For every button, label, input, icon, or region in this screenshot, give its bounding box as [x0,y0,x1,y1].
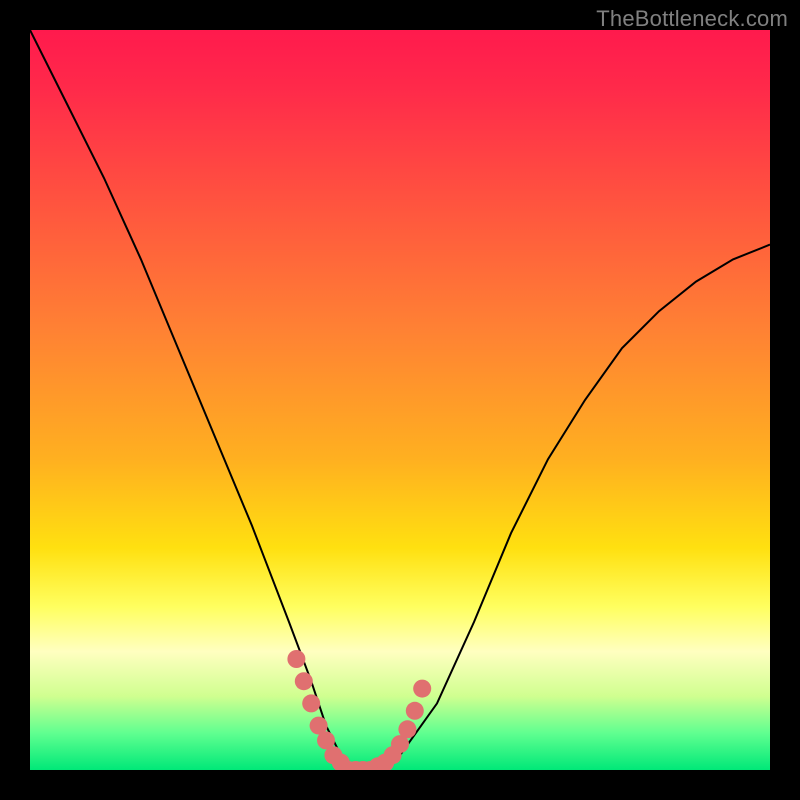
curve-marker [287,650,305,668]
watermark-text: TheBottleneck.com [596,6,788,32]
gradient-plot-area [30,30,770,770]
curve-marker [406,702,424,720]
curve-marker [295,672,313,690]
curve-marker [302,694,320,712]
curve-svg [30,30,770,770]
bottleneck-curve [30,30,770,770]
curve-marker [398,720,416,738]
marker-group [287,650,431,770]
curve-marker [413,680,431,698]
